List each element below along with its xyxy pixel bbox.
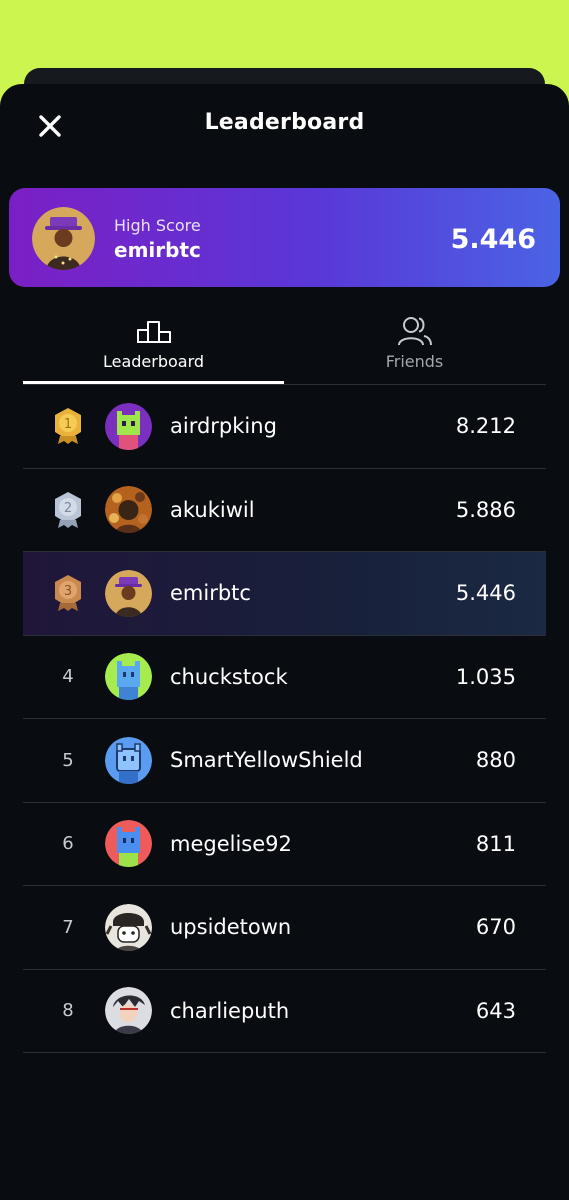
avatar <box>105 987 152 1035</box>
list-item[interactable]: 5 SmartYellowShield 880 <box>23 719 546 803</box>
active-tab-indicator <box>23 381 284 384</box>
top-bar: Leaderboard <box>0 84 569 168</box>
podium-icon <box>136 316 172 346</box>
username: airdrpking <box>170 414 277 439</box>
svg-text:1: 1 <box>64 417 72 432</box>
silver-medal-icon: 2 <box>47 489 89 531</box>
username: SmartYellowShield <box>170 748 363 773</box>
score: 811 <box>475 831 516 856</box>
avatar <box>105 486 152 534</box>
score: 670 <box>475 915 516 940</box>
high-score-value: 5.446 <box>450 224 536 255</box>
high-score-card: High Score emirbtc 5.446 <box>9 188 560 287</box>
tab-leaderboard[interactable]: Leaderboard <box>23 308 284 384</box>
score: 5.886 <box>455 497 516 522</box>
score: 643 <box>475 998 516 1023</box>
avatar <box>105 820 152 868</box>
tab-bar: Leaderboard Friends <box>23 308 546 385</box>
list-item[interactable]: 1 airdrpking 8.212 <box>23 385 546 469</box>
svg-text:2: 2 <box>64 501 72 516</box>
leaderboard-sheet: Leaderboard High Score emirbtc 5.446 Lea… <box>0 84 569 1200</box>
leaderboard-list: 1 airdrpking 8.212 2 akukiwil 5.886 3 em… <box>23 385 546 1053</box>
high-score-label: High Score <box>114 216 201 235</box>
high-score-username: emirbtc <box>114 238 201 262</box>
username: charlieputh <box>170 998 290 1023</box>
rank-number: 8 <box>62 1000 74 1022</box>
list-item[interactable]: 7 upsidetown 670 <box>23 886 546 970</box>
bronze-medal-icon: 3 <box>47 572 89 614</box>
username: chuckstock <box>170 664 288 689</box>
svg-text:3: 3 <box>64 584 72 599</box>
friends-icon <box>397 316 433 346</box>
score: 5.446 <box>455 581 516 606</box>
page-title: Leaderboard <box>204 110 365 135</box>
rank-number: 6 <box>62 833 74 855</box>
tab-friends[interactable]: Friends <box>284 308 545 384</box>
avatar <box>105 569 152 617</box>
score: 880 <box>475 748 516 773</box>
tab-leaderboard-label: Leaderboard <box>102 352 205 371</box>
list-item[interactable]: 6 megelise92 811 <box>23 803 546 886</box>
username: emirbtc <box>170 581 251 606</box>
avatar <box>105 653 152 701</box>
list-item[interactable]: 4 chuckstock 1.035 <box>23 636 546 719</box>
avatar <box>32 207 95 270</box>
username: megelise92 <box>170 831 292 856</box>
list-item[interactable]: 2 akukiwil 5.886 <box>23 469 546 552</box>
list-item-current-user[interactable]: 3 emirbtc 5.446 <box>23 552 546 636</box>
list-item[interactable]: 8 charlieputh 643 <box>23 970 546 1053</box>
score: 1.035 <box>455 664 516 689</box>
score: 8.212 <box>455 414 516 439</box>
username: akukiwil <box>170 497 255 522</box>
avatar <box>105 736 152 784</box>
rank-number: 5 <box>62 749 74 771</box>
gold-medal-icon: 1 <box>47 405 89 447</box>
rank-number: 4 <box>62 666 74 688</box>
avatar <box>105 903 152 951</box>
tab-friends-label: Friends <box>385 352 444 371</box>
username: upsidetown <box>170 915 292 940</box>
rank-number: 7 <box>62 916 74 938</box>
avatar <box>105 402 152 450</box>
